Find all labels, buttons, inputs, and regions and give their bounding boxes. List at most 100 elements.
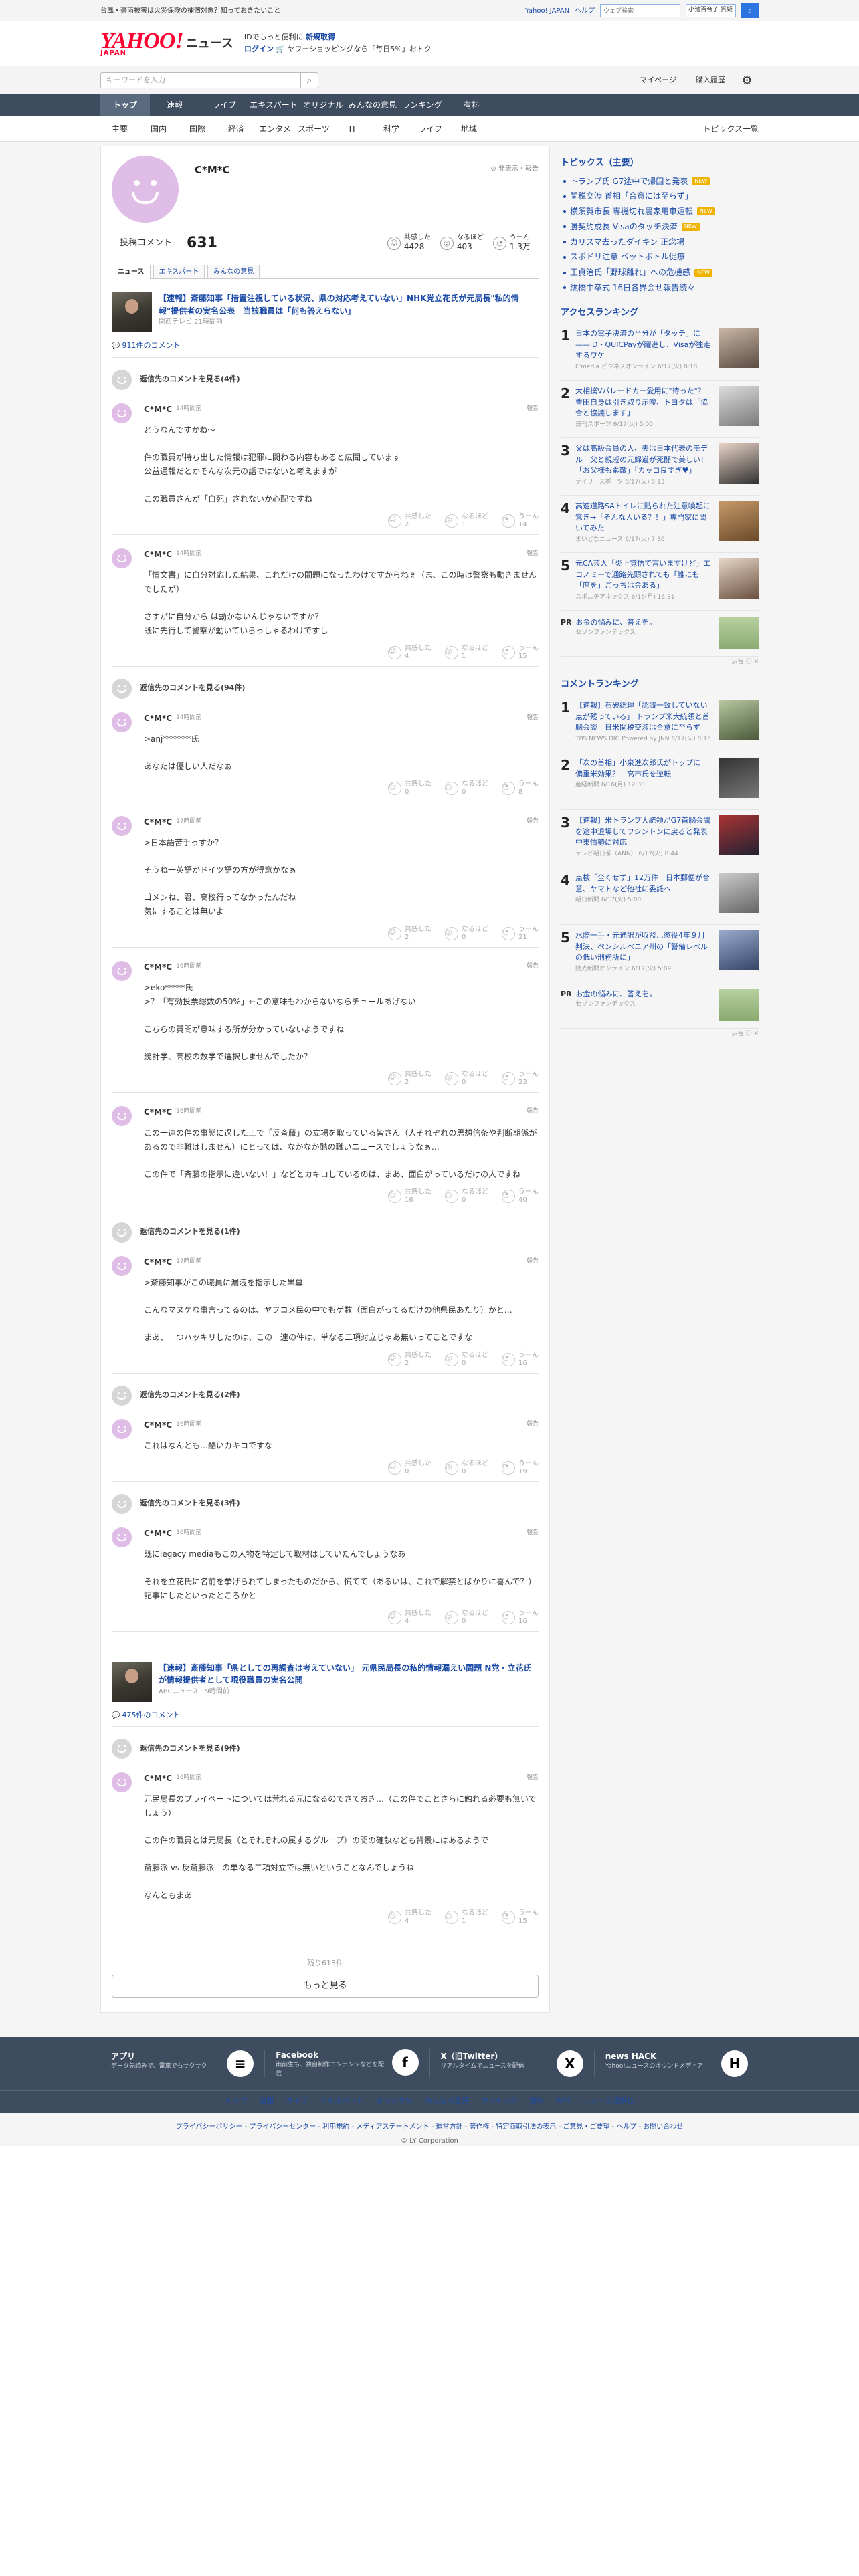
report-link[interactable]: 報告: [527, 405, 539, 414]
nav-live[interactable]: ライブ: [199, 94, 249, 116]
yahoo-logo[interactable]: YAHOO! JAPAN: [100, 30, 184, 57]
ad-card[interactable]: PR お金の悩みに、答えを。 セゾンファンデックス: [561, 611, 759, 657]
naruhodo-button[interactable]: ◎ なるほど 1: [445, 1909, 488, 1925]
footer-nav-item[interactable]: RSS: [557, 2096, 571, 2107]
topic-item[interactable]: 紘橋中卒式 16日各界会せ報告続々: [561, 280, 759, 296]
agree-button[interactable]: ☺ 共感した 2: [388, 513, 432, 529]
access-ranking-item[interactable]: 4 高速道路SAトイレに貼られた注意喚起に驚き→「そんな人いる？！」専門家に聞いて…: [561, 496, 759, 554]
web-search-button[interactable]: ⌕: [741, 3, 759, 18]
agree-button[interactable]: ☺ 共感した 0: [388, 780, 432, 796]
nav-opinions[interactable]: みんなの意見: [348, 94, 397, 116]
report-link[interactable]: 報告: [527, 1420, 539, 1430]
commenter-name[interactable]: C*M*C: [144, 816, 172, 828]
signup-link[interactable]: 新規取得: [306, 33, 335, 41]
nav-ranking[interactable]: ランキング: [397, 94, 447, 116]
nav-expert[interactable]: エキスパート: [249, 94, 298, 116]
tab-expert[interactable]: エキスパート: [153, 265, 205, 278]
footer-nav-item[interactable]: オリジナル: [376, 2096, 413, 2107]
commenter-name[interactable]: C*M*C: [144, 961, 172, 973]
commenter-name[interactable]: C*M*C: [144, 1527, 172, 1539]
access-ranking-item[interactable]: 2 大相撲Vパレードカー愛用に"待った"？曹田自身は引き取り示唆、トヨタは「協合と…: [561, 381, 759, 439]
subnav-local[interactable]: 地域: [450, 123, 488, 135]
report-link[interactable]: 報告: [527, 1107, 539, 1117]
commenter-name[interactable]: C*M*C: [144, 712, 172, 724]
hmm-button[interactable]: ◔ うーん 16: [502, 1610, 539, 1626]
topic-item[interactable]: 関税交渉 首相「合意には至らず」: [561, 189, 759, 204]
info-icon[interactable]: ⓘ: [746, 659, 752, 665]
footer-nav-item[interactable]: ライブ: [286, 2096, 308, 2107]
access-ranking-item[interactable]: 1 日本の電子決済の半分が「タッチ」に——iD・QUICPayが躍進し、Visaが…: [561, 323, 759, 381]
nav-top[interactable]: トップ: [100, 94, 150, 116]
commenter-name[interactable]: C*M*C: [144, 548, 172, 560]
hmm-button[interactable]: ◔ うーん 8: [502, 780, 539, 796]
hmm-button[interactable]: ◔ うーん 21: [502, 926, 539, 942]
keyword-input[interactable]: キーワードを入力: [100, 72, 301, 88]
hmm-button[interactable]: ◔ うーん 16: [502, 1352, 539, 1368]
footer-app-2[interactable]: X（旧Twitter） リアルタイムでニュースを配信 X: [430, 2050, 595, 2077]
help-link[interactable]: ヘルプ: [575, 6, 595, 16]
agree-button[interactable]: ☺ 共感した 2: [388, 1071, 432, 1087]
article-title[interactable]: 【速報】斎藤知事「措置注視している状況、県の対応考えていない」NHK党立花氏が元…: [159, 294, 519, 316]
topic-item[interactable]: 横須賀市長 専機切れ農家用車運転 NEW: [561, 204, 759, 219]
close-icon[interactable]: ✕: [753, 1031, 759, 1037]
close-icon[interactable]: ✕: [753, 659, 759, 665]
article-title[interactable]: 【速報】斎藤知事「県としての再調査は考えていない」 元県民局長の私的情報漏えい問…: [159, 1663, 531, 1685]
parent-comment-link[interactable]: 返信先のコメントを見る(2件): [112, 1385, 539, 1406]
comment-ranking-item[interactable]: 4 点検「全くせず」12万件 日本郵便が合意、ヤマトなど他社に委託へ 朝日新聞 6/…: [561, 867, 759, 926]
settings-button[interactable]: ⚙: [735, 72, 759, 88]
footer-nav-item[interactable]: みんなの意見: [425, 2096, 469, 2107]
info-icon[interactable]: ⓘ: [746, 1031, 752, 1037]
hmm-button[interactable]: ◔ うーん 15: [502, 1909, 539, 1925]
article-thumbnail[interactable]: [112, 292, 152, 332]
topic-item[interactable]: カリスマ去ったダイキン 正念場: [561, 235, 759, 250]
access-ranking-item[interactable]: 3 父は高級会員の人、夫は日本代表のモデル 父と親戚の元歸道が死闘で美しい！「お父…: [561, 438, 759, 496]
mypage-link[interactable]: マイページ: [630, 72, 686, 88]
hide-report-link[interactable]: ⊘ 非表示・報告: [490, 164, 539, 223]
report-link[interactable]: 報告: [527, 962, 539, 972]
footer-nav-item[interactable]: ランキング: [481, 2096, 518, 2107]
tab-news[interactable]: ニュース: [112, 265, 151, 279]
naruhodo-button[interactable]: ◎ なるほど 0: [445, 1610, 488, 1626]
commenter-name[interactable]: C*M*C: [144, 1419, 172, 1431]
agree-button[interactable]: ☺ 共感した 2: [388, 926, 432, 942]
footer-nav-item[interactable]: トップ: [225, 2096, 247, 2107]
topic-item[interactable]: スポドリ注意 ペットボトル促療: [561, 249, 759, 265]
comment-ranking-item[interactable]: 1 【速報】石破総理「認識一致していない点が残っている」 トランプ米大統領と首脳会…: [561, 695, 759, 753]
topics-all-link[interactable]: トピックス一覧: [702, 123, 759, 135]
hmm-button[interactable]: ◔ うーん 19: [502, 1460, 539, 1476]
subnav-world[interactable]: 国際: [178, 123, 217, 135]
footer-nav-item[interactable]: 有料: [530, 2096, 545, 2107]
comment-ranking-item[interactable]: 2 「次の首相」小泉進次郎氏がトップに 偏重米効果？ 高市氏を逆転 産経新聞 6/1…: [561, 752, 759, 811]
section-title[interactable]: ニュース: [186, 35, 233, 53]
web-search-input[interactable]: [600, 4, 681, 17]
naruhodo-button[interactable]: ◎ なるほど 1: [445, 645, 488, 661]
nav-breaking[interactable]: 速報: [150, 94, 199, 116]
shopping-msg[interactable]: ヤフーショッピングなら「毎日5%」おトク: [288, 45, 432, 53]
comment-count-link[interactable]: 475件のコメント: [112, 1710, 539, 1721]
footer-app-3[interactable]: news HACK Yahoo!ニュースのオウンドメディア H: [595, 2050, 759, 2077]
subnav-sports[interactable]: スポーツ: [294, 123, 333, 135]
agree-button[interactable]: ☺ 共感した 2: [388, 1352, 432, 1368]
report-link[interactable]: 報告: [527, 817, 539, 827]
naruhodo-button[interactable]: ◎ なるほど 0: [445, 1352, 488, 1368]
agree-button[interactable]: ☺ 共感した 16: [388, 1188, 432, 1204]
subnav-main[interactable]: 主要: [100, 123, 139, 135]
commenter-name[interactable]: C*M*C: [144, 1106, 172, 1118]
naruhodo-button[interactable]: ◎ なるほど 0: [445, 1188, 488, 1204]
report-link[interactable]: 報告: [527, 1257, 539, 1267]
parent-comment-link[interactable]: 返信先のコメントを見る(1件): [112, 1222, 539, 1243]
search-keyword-chip[interactable]: 小池百合子 質疑: [686, 4, 736, 17]
naruhodo-button[interactable]: ◎ なるほど 0: [445, 1071, 488, 1087]
commenter-name[interactable]: C*M*C: [144, 1256, 172, 1268]
yahoo-japan-link[interactable]: Yahoo! JAPAN: [525, 6, 569, 16]
naruhodo-button[interactable]: ◎ なるほど 1: [445, 513, 488, 529]
subnav-science[interactable]: 科学: [372, 123, 411, 135]
footer-app-0[interactable]: アプリ データ先読みで、電車でもサクサク ≡: [100, 2050, 266, 2077]
hmm-button[interactable]: ◔ うーん 23: [502, 1071, 539, 1087]
agree-button[interactable]: ☺ 共感した 0: [388, 1460, 432, 1476]
footer-links[interactable]: プライバシーポリシー - プライバシーセンター - 利用規約 - メディアステー…: [0, 2122, 859, 2132]
nav-original[interactable]: オリジナル: [298, 94, 348, 116]
parent-comment-link[interactable]: 返信先のコメントを見る(9件): [112, 1739, 539, 1759]
agree-button[interactable]: ☺ 共感した 4: [388, 645, 432, 661]
agree-button[interactable]: ☺ 共感した 4: [388, 1909, 432, 1925]
